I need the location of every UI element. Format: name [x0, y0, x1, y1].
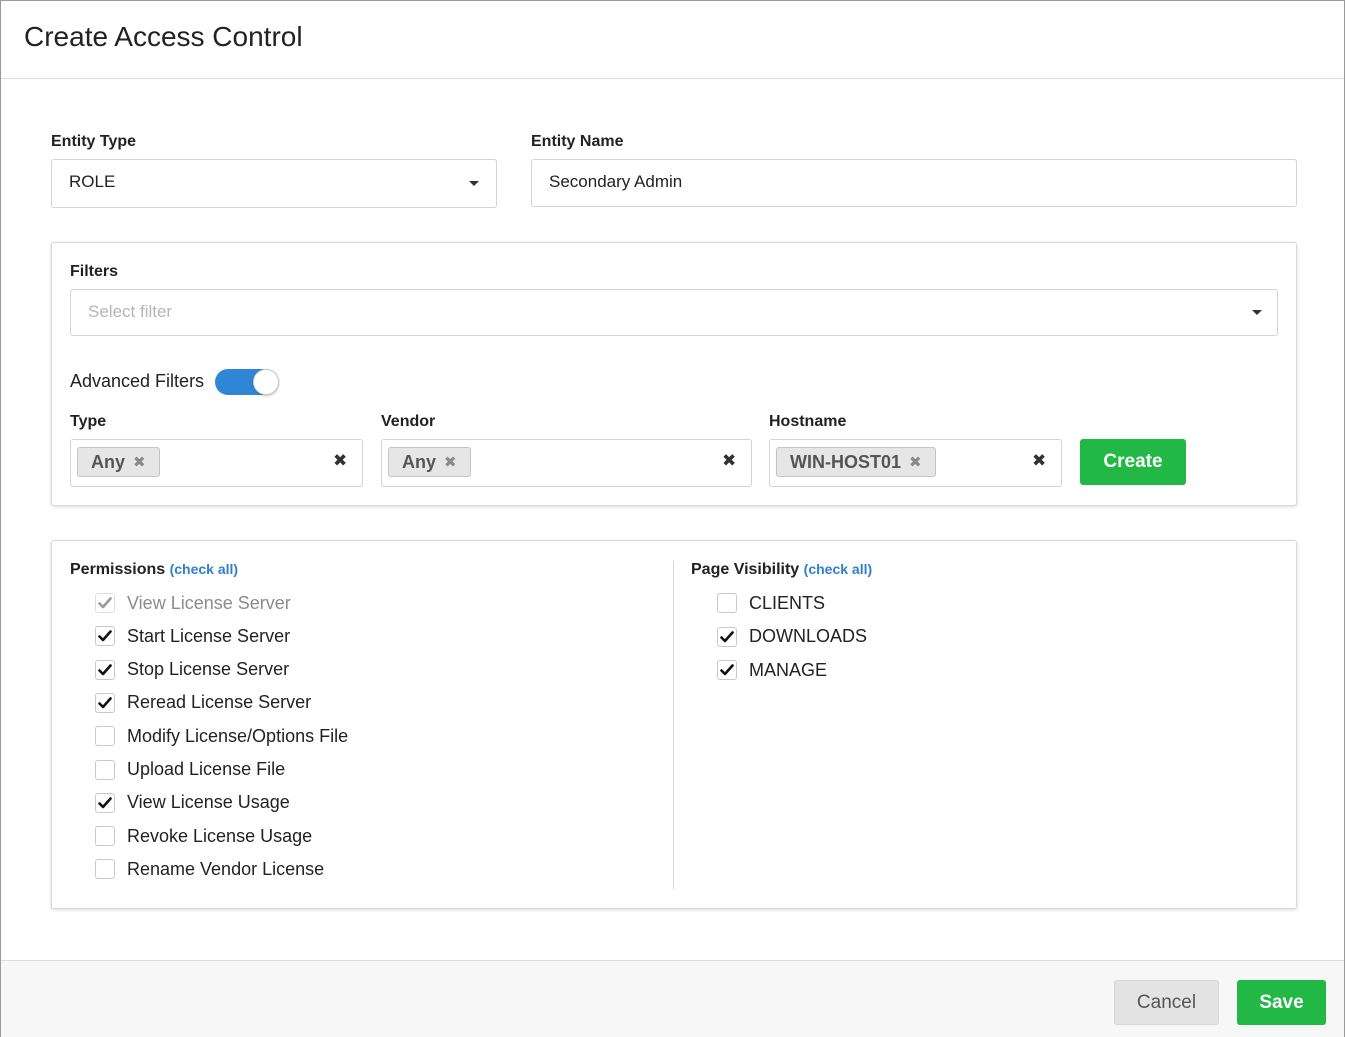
- hostname-multiselect[interactable]: WIN-HOST01 ✖ ✖: [769, 439, 1062, 487]
- page-visibility-check-all-link[interactable]: (check all): [804, 561, 872, 577]
- permission-label: Modify License/Options File: [127, 725, 349, 746]
- page-visibility-row[interactable]: DOWNLOADS: [717, 626, 867, 648]
- permission-checkbox[interactable]: [95, 792, 115, 813]
- column-divider: [673, 561, 674, 889]
- remove-chip-icon[interactable]: ✖: [909, 453, 922, 471]
- type-chip: Any ✖: [77, 447, 160, 477]
- vendor-label: Vendor: [381, 413, 436, 430]
- permission-checkbox[interactable]: [95, 659, 115, 680]
- page-visibility-row[interactable]: CLIENTS: [717, 592, 825, 614]
- filter-select[interactable]: Select filter: [70, 289, 1278, 336]
- permission-row: View License Server: [95, 592, 291, 614]
- checkmark-icon: [98, 597, 112, 609]
- permission-checkbox[interactable]: [95, 859, 115, 880]
- entity-name-input[interactable]: Secondary Admin: [531, 159, 1297, 207]
- entity-name-label: Entity Name: [531, 133, 624, 150]
- permission-row[interactable]: Start License Server: [95, 625, 290, 647]
- checkmark-icon: [720, 630, 734, 643]
- entity-name-value: Secondary Admin: [549, 172, 683, 191]
- chevron-down-icon: [1252, 310, 1262, 315]
- type-label: Type: [70, 413, 107, 430]
- create-button[interactable]: Create: [1080, 439, 1186, 485]
- vendor-chip-label: Any: [402, 451, 437, 472]
- save-button[interactable]: Save: [1237, 980, 1326, 1025]
- checkmark-icon: [720, 664, 734, 676]
- create-access-control-dialog: Create Access Control Entity Type ROLE E…: [0, 0, 1345, 1037]
- advanced-filters-label: Advanced Filters: [70, 371, 205, 391]
- page-visibility-checkbox[interactable]: [717, 626, 737, 647]
- permission-row[interactable]: Revoke License Usage: [95, 825, 312, 847]
- entity-type-label: Entity Type: [51, 133, 137, 150]
- page-visibility-label: MANAGE: [749, 659, 828, 680]
- filters-panel: Filters Select filter Advanced Filters T…: [51, 242, 1297, 506]
- type-multiselect[interactable]: Any ✖ ✖: [70, 439, 363, 487]
- permission-checkbox: [95, 593, 115, 613]
- advanced-filters-toggle[interactable]: [215, 369, 279, 395]
- remove-chip-icon[interactable]: ✖: [133, 453, 146, 471]
- checkmark-icon: [98, 796, 112, 809]
- vendor-chip: Any ✖: [388, 447, 471, 477]
- permission-label: Start License Server: [127, 625, 291, 646]
- permission-label: Revoke License Usage: [127, 825, 313, 846]
- page-visibility-checkbox[interactable]: [717, 593, 737, 613]
- permission-checkbox[interactable]: [95, 826, 115, 847]
- filters-label: Filters: [70, 263, 119, 280]
- remove-chip-icon[interactable]: ✖: [444, 453, 457, 471]
- permission-label: Rename Vendor License: [127, 858, 325, 879]
- permission-checkbox[interactable]: [95, 726, 115, 747]
- page-visibility-label: DOWNLOADS: [749, 626, 868, 646]
- page-visibility-header: Page Visibility (check all): [691, 561, 872, 579]
- permission-label: View License Server: [127, 592, 291, 613]
- entity-type-select[interactable]: ROLE: [51, 159, 497, 208]
- permission-row[interactable]: Reread License Server: [95, 692, 311, 714]
- type-chip-label: Any: [91, 451, 126, 472]
- permission-row[interactable]: Modify License/Options File: [95, 725, 348, 747]
- checkmark-icon: [98, 697, 112, 709]
- permission-label: Upload License File: [127, 759, 286, 779]
- permission-checkbox[interactable]: [95, 759, 115, 780]
- permission-label: View License Usage: [127, 792, 290, 813]
- hostname-label: Hostname: [769, 413, 847, 430]
- hostname-chip-label: WIN-HOST01: [790, 451, 902, 472]
- page-visibility-label: CLIENTS: [749, 592, 826, 613]
- permissions-title: Permissions: [70, 561, 166, 578]
- permission-checkbox[interactable]: [95, 626, 115, 647]
- permission-label: Reread License Server: [127, 692, 312, 713]
- page-visibility-title: Page Visibility: [691, 561, 800, 578]
- toggle-knob: [253, 369, 279, 395]
- checkmark-icon: [98, 630, 112, 642]
- permission-label: Stop License Server: [127, 659, 290, 680]
- dialog-footer: Cancel Save: [1, 960, 1344, 1037]
- permission-row[interactable]: Stop License Server: [95, 659, 289, 681]
- hostname-chip: WIN-HOST01 ✖: [776, 447, 936, 477]
- permissions-check-all-link[interactable]: (check all): [170, 561, 238, 577]
- dialog-header: Create Access Control: [1, 1, 1344, 79]
- clear-icon[interactable]: ✖: [1032, 451, 1046, 471]
- permission-row[interactable]: Rename Vendor License: [95, 858, 324, 880]
- entity-type-value: ROLE: [69, 172, 116, 191]
- permission-checkbox[interactable]: [95, 692, 115, 713]
- clear-icon[interactable]: ✖: [722, 451, 736, 471]
- cancel-button[interactable]: Cancel: [1114, 980, 1219, 1025]
- page-visibility-row[interactable]: MANAGE: [717, 659, 827, 681]
- vendor-multiselect[interactable]: Any ✖ ✖: [381, 439, 752, 487]
- permissions-panel: Permissions (check all) View License Ser…: [51, 540, 1297, 909]
- chevron-down-icon: [469, 181, 479, 186]
- clear-icon[interactable]: ✖: [333, 451, 347, 471]
- permissions-header: Permissions (check all): [70, 561, 238, 579]
- permission-row[interactable]: View License Usage: [95, 792, 290, 814]
- dialog-title: Create Access Control: [24, 21, 303, 52]
- permission-row[interactable]: Upload License File: [95, 759, 285, 781]
- filter-placeholder: Select filter: [88, 302, 173, 321]
- page-visibility-checkbox[interactable]: [717, 660, 737, 680]
- checkmark-icon: [98, 663, 112, 676]
